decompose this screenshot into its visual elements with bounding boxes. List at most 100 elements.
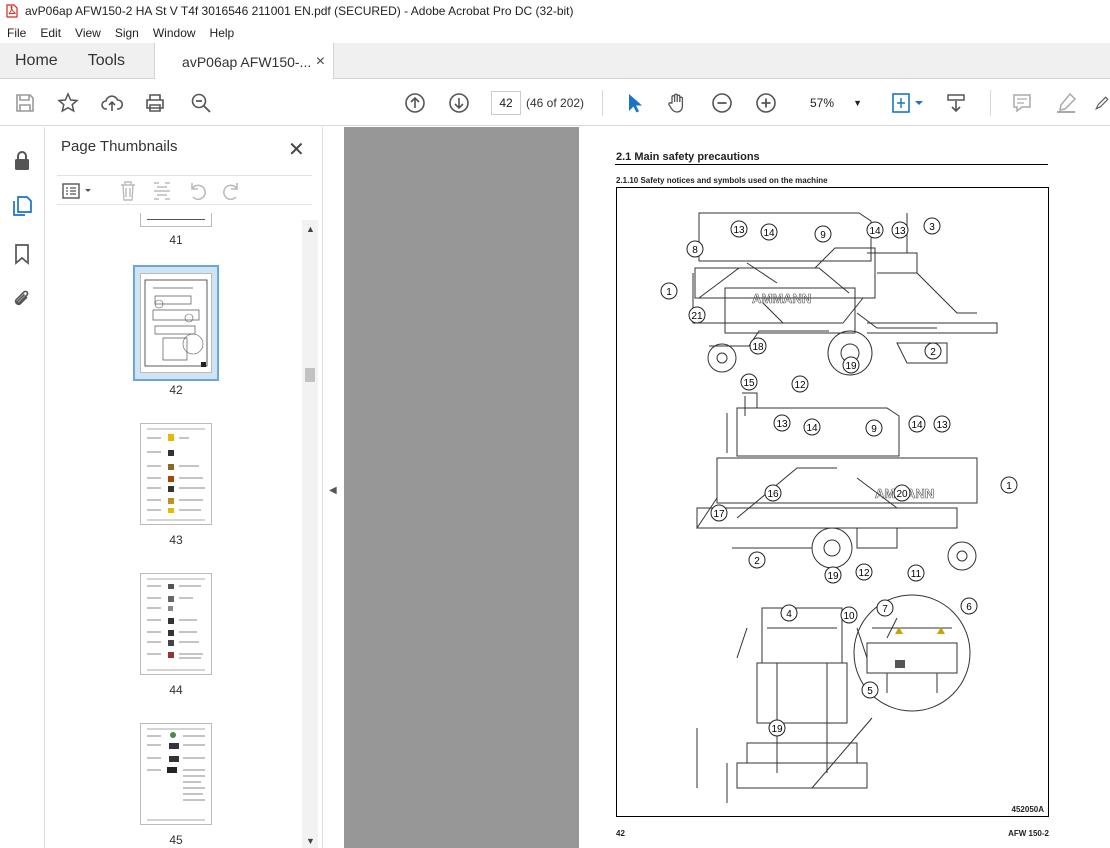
- lock-icon[interactable]: [11, 149, 33, 171]
- print-icon[interactable]: [143, 91, 167, 115]
- panel-title: Page Thumbnails: [61, 138, 178, 155]
- svg-text:15: 15: [743, 378, 755, 389]
- thumbnail-label: 41: [169, 233, 183, 247]
- page-up-icon[interactable]: [403, 91, 427, 115]
- svg-text:4: 4: [786, 609, 792, 620]
- svg-text:3: 3: [929, 222, 935, 233]
- hand-icon[interactable]: [665, 91, 689, 115]
- callout-13: 13: [933, 415, 951, 433]
- callout-19: 19: [768, 719, 786, 737]
- svg-text:18: 18: [752, 342, 764, 353]
- scroll-up-icon[interactable]: ▲: [306, 224, 315, 234]
- rotate-clockwise-icon[interactable]: [221, 180, 243, 202]
- svg-text:1: 1: [1006, 481, 1012, 492]
- callout-15: 15: [740, 373, 758, 391]
- tab-home[interactable]: Home: [0, 43, 73, 78]
- bookmark-star-icon[interactable]: [56, 91, 80, 115]
- svg-text:6: 6: [966, 602, 972, 613]
- thumbnail-scrollbar[interactable]: ▲ ▼: [302, 220, 318, 848]
- thumbnail-page-41[interactable]: [140, 213, 212, 227]
- highlight-icon[interactable]: [1054, 91, 1078, 115]
- section-rule: [615, 164, 1048, 165]
- callout-14: 14: [760, 223, 778, 241]
- collapse-arrow-icon[interactable]: ◀: [329, 485, 337, 496]
- options-menu-icon[interactable]: [61, 181, 95, 201]
- menu-help[interactable]: Help: [203, 26, 242, 40]
- zoom-level-select[interactable]: 57% ▼: [797, 91, 867, 115]
- svg-text:13: 13: [936, 420, 948, 431]
- zoom-in-icon[interactable]: [754, 91, 778, 115]
- menu-edit[interactable]: Edit: [33, 26, 68, 40]
- sign-icon[interactable]: [1094, 91, 1110, 115]
- thumbnail-list: 41 42 43 44 45: [45, 213, 303, 848]
- thumbnail-preview: [147, 728, 205, 821]
- insert-pages-icon[interactable]: [152, 180, 172, 202]
- tab-close-icon[interactable]: ×: [316, 53, 325, 71]
- scroll-mode-icon[interactable]: [944, 91, 968, 115]
- menu-window[interactable]: Window: [146, 26, 203, 40]
- callout-19: 19: [842, 356, 860, 374]
- svg-text:1: 1: [666, 287, 672, 298]
- comment-icon[interactable]: [1010, 91, 1034, 115]
- svg-text:2: 2: [930, 347, 936, 358]
- fit-page-icon[interactable]: [890, 91, 926, 115]
- scroll-down-icon[interactable]: ▼: [306, 836, 315, 846]
- callout-2: 2: [748, 551, 766, 569]
- select-cursor-icon[interactable]: [622, 91, 646, 115]
- page-footer-number: 42: [616, 829, 625, 838]
- save-icon[interactable]: [13, 91, 37, 115]
- svg-text:12: 12: [794, 380, 806, 391]
- thumbnail-page-44[interactable]: [140, 573, 212, 675]
- callout-12: 12: [855, 563, 873, 581]
- thumbnail-page-45[interactable]: [140, 723, 212, 825]
- upload-icon[interactable]: [100, 91, 124, 115]
- pdf-page: 2.1 Main safety precautions 2.1.10 Safet…: [579, 127, 1110, 848]
- callout-10: 10: [840, 606, 858, 624]
- tab-tools[interactable]: Tools: [73, 43, 140, 78]
- thumbnail-label: 43: [169, 533, 183, 547]
- delete-icon[interactable]: [118, 180, 138, 202]
- page-down-icon[interactable]: [447, 91, 471, 115]
- svg-text:14: 14: [763, 228, 775, 239]
- svg-text:5: 5: [867, 686, 873, 697]
- thumbnail-label: 45: [169, 833, 183, 847]
- callout-3: 3: [923, 217, 941, 235]
- menu-view[interactable]: View: [68, 26, 108, 40]
- svg-text:19: 19: [845, 361, 857, 372]
- scrollbar-thumb[interactable]: [305, 368, 315, 382]
- callout-group-view2: 13 14 9 14 13 1 20 16 17 2 19 12 11: [710, 414, 1018, 584]
- callout-9: 9: [865, 419, 883, 437]
- figure-code: 452050A: [1011, 805, 1044, 814]
- panel-collapse-bar[interactable]: ◀: [322, 127, 344, 848]
- callout-21: 21: [688, 306, 706, 324]
- tab-document-label: avP06ap AFW150-...: [182, 53, 312, 70]
- brand-label: AMMANN: [752, 291, 811, 306]
- bookmarks-icon[interactable]: [11, 243, 33, 265]
- rotate-counterclockwise-icon[interactable]: [186, 180, 208, 202]
- callout-17: 17: [710, 504, 728, 522]
- callout-5: 5: [861, 681, 879, 699]
- svg-text:14: 14: [911, 420, 923, 431]
- zoom-out-icon[interactable]: [710, 91, 734, 115]
- attachments-icon[interactable]: [11, 288, 33, 310]
- thumbnail-page-42[interactable]: [140, 273, 212, 373]
- menu-sign[interactable]: Sign: [108, 26, 146, 40]
- thumbnails-panel: Page Thumbnails ✕ 41 42 43 44 45 ▲ ▼: [45, 127, 322, 848]
- menu-file[interactable]: File: [0, 26, 33, 40]
- close-icon[interactable]: ✕: [288, 137, 305, 162]
- thumbnail-page-43[interactable]: [140, 423, 212, 525]
- page-count-label: (46 of 202): [526, 96, 585, 110]
- title-bar: avP06ap AFW150-2 HA St V T4f 3016546 211…: [0, 0, 1110, 22]
- thumbnail-preview: [144, 279, 208, 367]
- callout-1: 1: [1000, 476, 1018, 494]
- svg-text:17: 17: [713, 509, 725, 520]
- svg-text:12: 12: [858, 568, 870, 579]
- document-view[interactable]: 2.1 Main safety precautions 2.1.10 Safet…: [344, 127, 1110, 848]
- svg-text:8: 8: [692, 245, 698, 256]
- callout-9: 9: [814, 225, 832, 243]
- search-zoom-icon[interactable]: [189, 91, 213, 115]
- toolbar-divider: [602, 90, 603, 116]
- page-number-input[interactable]: 42: [491, 91, 521, 115]
- tab-document[interactable]: avP06ap AFW150-... ×: [154, 43, 335, 80]
- page-thumbnails-icon[interactable]: [11, 195, 33, 217]
